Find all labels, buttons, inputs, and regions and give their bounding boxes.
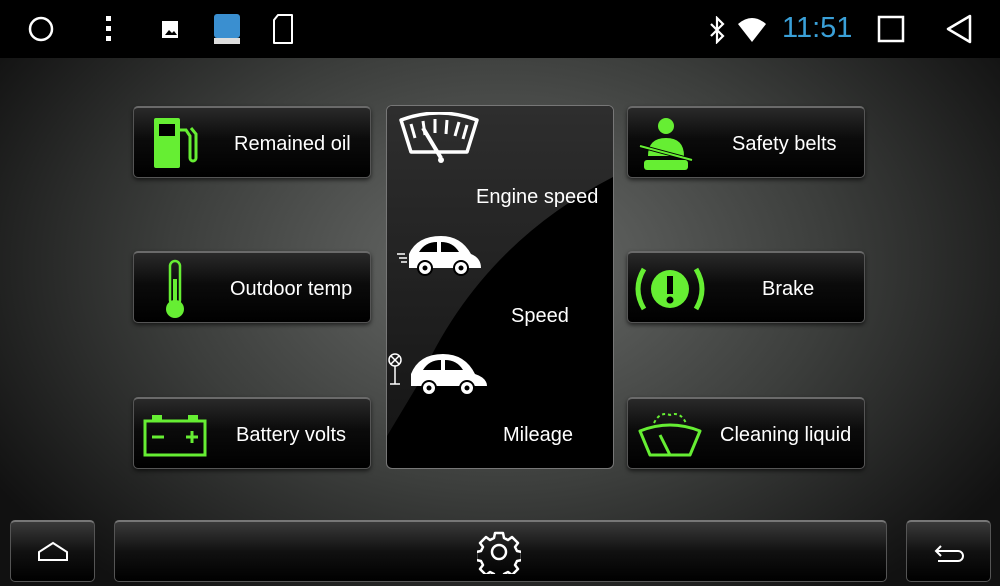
return-button[interactable] [906,520,991,582]
home-icon [38,541,68,561]
recents-icon[interactable] [876,14,906,44]
brake-button[interactable]: Brake [627,251,865,323]
clock: 11:51 [782,12,853,44]
battery-volts-label: Battery volts [236,424,347,446]
battery-icon [143,415,207,457]
outdoor-temp-label: Outdoor temp [230,278,353,300]
speed-label[interactable]: Speed [511,305,569,328]
seatbelt-icon [639,118,693,170]
home-button[interactable] [10,520,95,582]
tachometer-icon[interactable] [397,112,481,166]
cleaning-liquid-button[interactable]: Cleaning liquid [627,397,865,469]
outdoor-temp-button[interactable]: Outdoor temp [133,251,371,323]
mileage-label[interactable]: Mileage [503,424,573,447]
cleaning-liquid-label: Cleaning liquid [720,424,852,446]
safety-belts-label: Safety belts [732,133,837,155]
remained-oil-label: Remained oil [234,133,351,155]
thermometer-icon [166,259,184,318]
circle-home-icon[interactable] [26,14,56,44]
gallery-icon [162,21,178,38]
back-triangle-icon[interactable] [944,14,974,44]
status-bar: 11:51 [0,0,1000,58]
bluetooth-icon [710,16,725,44]
fast-car-icon[interactable] [395,232,483,276]
overflow-menu-icon[interactable] [100,14,116,44]
sd-card-icon [273,14,293,44]
engine-speed-label[interactable]: Engine speed [476,186,598,209]
brake-label: Brake [762,278,815,300]
settings-gear-icon [477,531,521,574]
brake-warning-icon [635,267,705,311]
washer-fluid-icon [638,413,702,457]
app-notification-icon [214,14,240,44]
return-icon [934,545,964,562]
fuel-pump-icon [154,118,198,168]
engine-info-panel: Engine speed Speed Mileage [386,105,614,469]
wifi-icon [738,18,766,42]
remained-oil-button[interactable]: Remained oil [133,106,371,178]
battery-volts-button[interactable]: Battery volts [133,397,371,469]
safety-belts-button[interactable]: Safety belts [627,106,865,178]
settings-button[interactable] [114,520,887,582]
car-mileage-icon[interactable] [387,350,491,396]
